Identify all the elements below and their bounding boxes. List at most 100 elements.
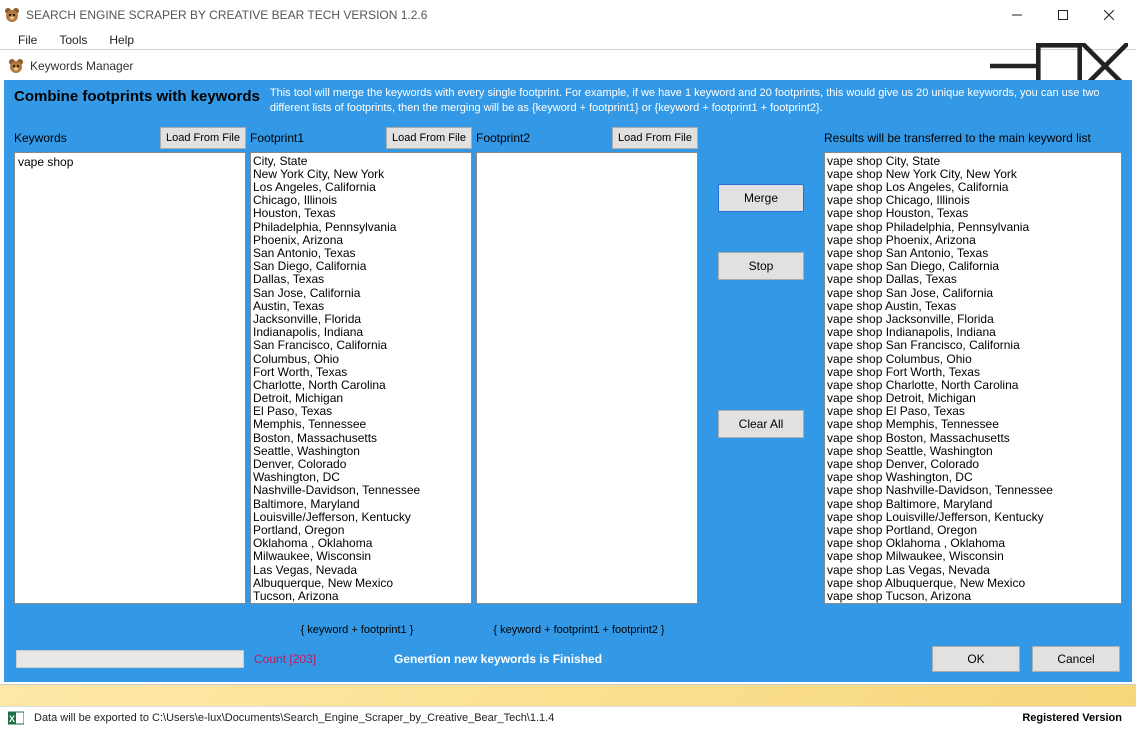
main-title-text: SEARCH ENGINE SCRAPER BY CREATIVE BEAR T… [26, 8, 994, 22]
results-item[interactable]: vape shop Las Vegas, Nevada [827, 564, 1119, 577]
results-item[interactable]: vape shop San Jose, California [827, 287, 1119, 300]
footprint1-item[interactable]: Philadelphia, Pennsylvania [253, 221, 469, 234]
svg-text:X: X [9, 714, 15, 724]
menu-bar: File Tools Help [0, 30, 1136, 50]
results-item[interactable]: vape shop San Francisco, California [827, 339, 1119, 352]
results-item[interactable]: vape shop Austin, Texas [827, 300, 1119, 313]
footprint1-item[interactable]: Dallas, Texas [253, 273, 469, 286]
footprint2-load-button[interactable]: Load From File [612, 127, 698, 149]
results-item[interactable]: vape shop Columbus, Ohio [827, 353, 1119, 366]
menu-tools[interactable]: Tools [49, 31, 97, 49]
stop-button[interactable]: Stop [718, 252, 804, 280]
merge-button[interactable]: Merge [718, 184, 804, 212]
footprint1-load-button[interactable]: Load From File [386, 127, 472, 149]
progress-bar [16, 650, 244, 668]
footprint1-listbox[interactable]: City, StateNew York City, New YorkLos An… [250, 152, 472, 604]
header-row: Combine footprints with keywords This to… [4, 80, 1132, 120]
keywords-column: Keywords Load From File [14, 124, 246, 622]
footprint1-column: Footprint1 Load From File City, StateNew… [250, 124, 472, 622]
sub-maximize-button[interactable] [1036, 52, 1082, 80]
results-item[interactable]: vape shop Fresno, California [827, 603, 1119, 604]
footer-bar: X Data will be exported to C:\Users\e-lu… [0, 706, 1136, 728]
footprint1-item[interactable]: Louisville/Jefferson, Kentucky [253, 511, 469, 524]
sub-bear-icon [8, 58, 24, 74]
registered-version-text: Registered Version [1022, 712, 1128, 724]
results-item[interactable]: vape shop Dallas, Texas [827, 273, 1119, 286]
footprint1-item[interactable]: Memphis, Tennessee [253, 418, 469, 431]
results-item[interactable]: vape shop Milwaukee, Wisconsin [827, 550, 1119, 563]
export-path-text: Data will be exported to C:\Users\e-lux\… [34, 712, 1022, 724]
columns-area: Keywords Load From File Footprint1 Load … [4, 120, 1132, 622]
footprint1-item[interactable]: Milwaukee, Wisconsin [253, 550, 469, 563]
results-item[interactable]: vape shop Houston, Texas [827, 207, 1119, 220]
keywords-load-button[interactable]: Load From File [160, 127, 246, 149]
hint-fp2: { keyword + footprint1 + footprint2 } [468, 624, 690, 636]
results-item[interactable]: vape shop Louisville/Jefferson, Kentucky [827, 511, 1119, 524]
footprint1-header: Footprint1 Load From File [250, 124, 472, 152]
footprint1-item[interactable]: San Francisco, California [253, 339, 469, 352]
footprint1-item[interactable]: Houston, Texas [253, 207, 469, 220]
keywords-manager-window: Keywords Manager Combine footprints with… [4, 52, 1132, 682]
gold-status-strip [0, 684, 1136, 706]
cancel-button[interactable]: Cancel [1032, 646, 1120, 672]
panel-heading: Combine footprints with keywords [14, 86, 260, 105]
hint-fp1: { keyword + footprint1 } [246, 624, 468, 636]
results-item[interactable]: vape shop City, State [827, 155, 1119, 168]
app-bear-icon [4, 7, 20, 23]
footprint2-label: Footprint2 [476, 131, 530, 145]
results-column: Results will be transferred to the main … [824, 124, 1122, 622]
excel-icon: X [8, 710, 24, 726]
ok-cancel-group: OK Cancel [932, 646, 1120, 672]
results-item[interactable]: vape shop Fort Worth, Texas [827, 366, 1119, 379]
clear-all-button[interactable]: Clear All [718, 410, 804, 438]
results-header: Results will be transferred to the main … [824, 124, 1122, 152]
footprint1-item[interactable]: Albuquerque, New Mexico [253, 577, 469, 590]
results-item[interactable]: vape shop Albuquerque, New Mexico [827, 577, 1119, 590]
sub-window-controls [990, 52, 1128, 80]
sub-close-button[interactable] [1082, 52, 1128, 80]
footprint1-item[interactable]: City, State [253, 155, 469, 168]
footprint1-item[interactable]: Fresno, California [253, 603, 469, 604]
status-message: Genertion new keywords is Finished [354, 652, 922, 666]
footprint1-item[interactable]: Austin, Texas [253, 300, 469, 313]
keywords-textarea[interactable] [14, 152, 246, 604]
footprint1-item[interactable]: Las Vegas, Nevada [253, 564, 469, 577]
results-label: Results will be transferred to the main … [824, 131, 1091, 145]
menu-help[interactable]: Help [99, 31, 144, 49]
main-close-button[interactable] [1086, 0, 1132, 30]
footprint1-item[interactable]: Columbus, Ohio [253, 353, 469, 366]
sub-title-text: Keywords Manager [30, 59, 990, 73]
sub-minimize-button[interactable] [990, 52, 1036, 80]
footprint2-textarea[interactable] [476, 152, 698, 604]
keywords-label: Keywords [14, 131, 67, 145]
results-item[interactable]: vape shop Philadelphia, Pennsylvania [827, 221, 1119, 234]
results-listbox[interactable]: vape shop City, Statevape shop New York … [824, 152, 1122, 604]
main-minimize-button[interactable] [994, 0, 1040, 30]
footprint1-item[interactable]: Boston, Massachusetts [253, 432, 469, 445]
hint-spacer [14, 624, 246, 636]
footprint1-item[interactable]: San Jose, California [253, 287, 469, 300]
sub-title-bar: Keywords Manager [4, 52, 1132, 80]
results-item[interactable]: vape shop Memphis, Tennessee [827, 418, 1119, 431]
results-item[interactable]: vape shop Baltimore, Maryland [827, 498, 1119, 511]
footprint2-header: Footprint2 Load From File [476, 124, 698, 152]
control-buttons-column: Merge Stop Clear All [702, 124, 820, 622]
blue-panel: Combine footprints with keywords This to… [4, 80, 1132, 682]
footprint1-label: Footprint1 [250, 131, 304, 145]
count-label: Count [203] [254, 652, 344, 666]
menu-file[interactable]: File [8, 31, 47, 49]
footprint1-item[interactable]: Nashville-Davidson, Tennessee [253, 484, 469, 497]
bottom-row: Count [203] Genertion new keywords is Fi… [4, 638, 1132, 682]
footprint1-item[interactable]: Fort Worth, Texas [253, 366, 469, 379]
panel-description: This tool will merge the keywords with e… [270, 86, 1122, 116]
main-maximize-button[interactable] [1040, 0, 1086, 30]
main-window-controls [994, 0, 1132, 30]
footprint2-column: Footprint2 Load From File [476, 124, 698, 622]
ok-button[interactable]: OK [932, 646, 1020, 672]
results-item[interactable]: vape shop Nashville-Davidson, Tennessee [827, 484, 1119, 497]
keywords-header: Keywords Load From File [14, 124, 246, 152]
main-title-bar: SEARCH ENGINE SCRAPER BY CREATIVE BEAR T… [0, 0, 1136, 30]
results-item[interactable]: vape shop Boston, Massachusetts [827, 432, 1119, 445]
footprint1-item[interactable]: Baltimore, Maryland [253, 498, 469, 511]
hint-row: { keyword + footprint1 } { keyword + foo… [4, 622, 1132, 638]
